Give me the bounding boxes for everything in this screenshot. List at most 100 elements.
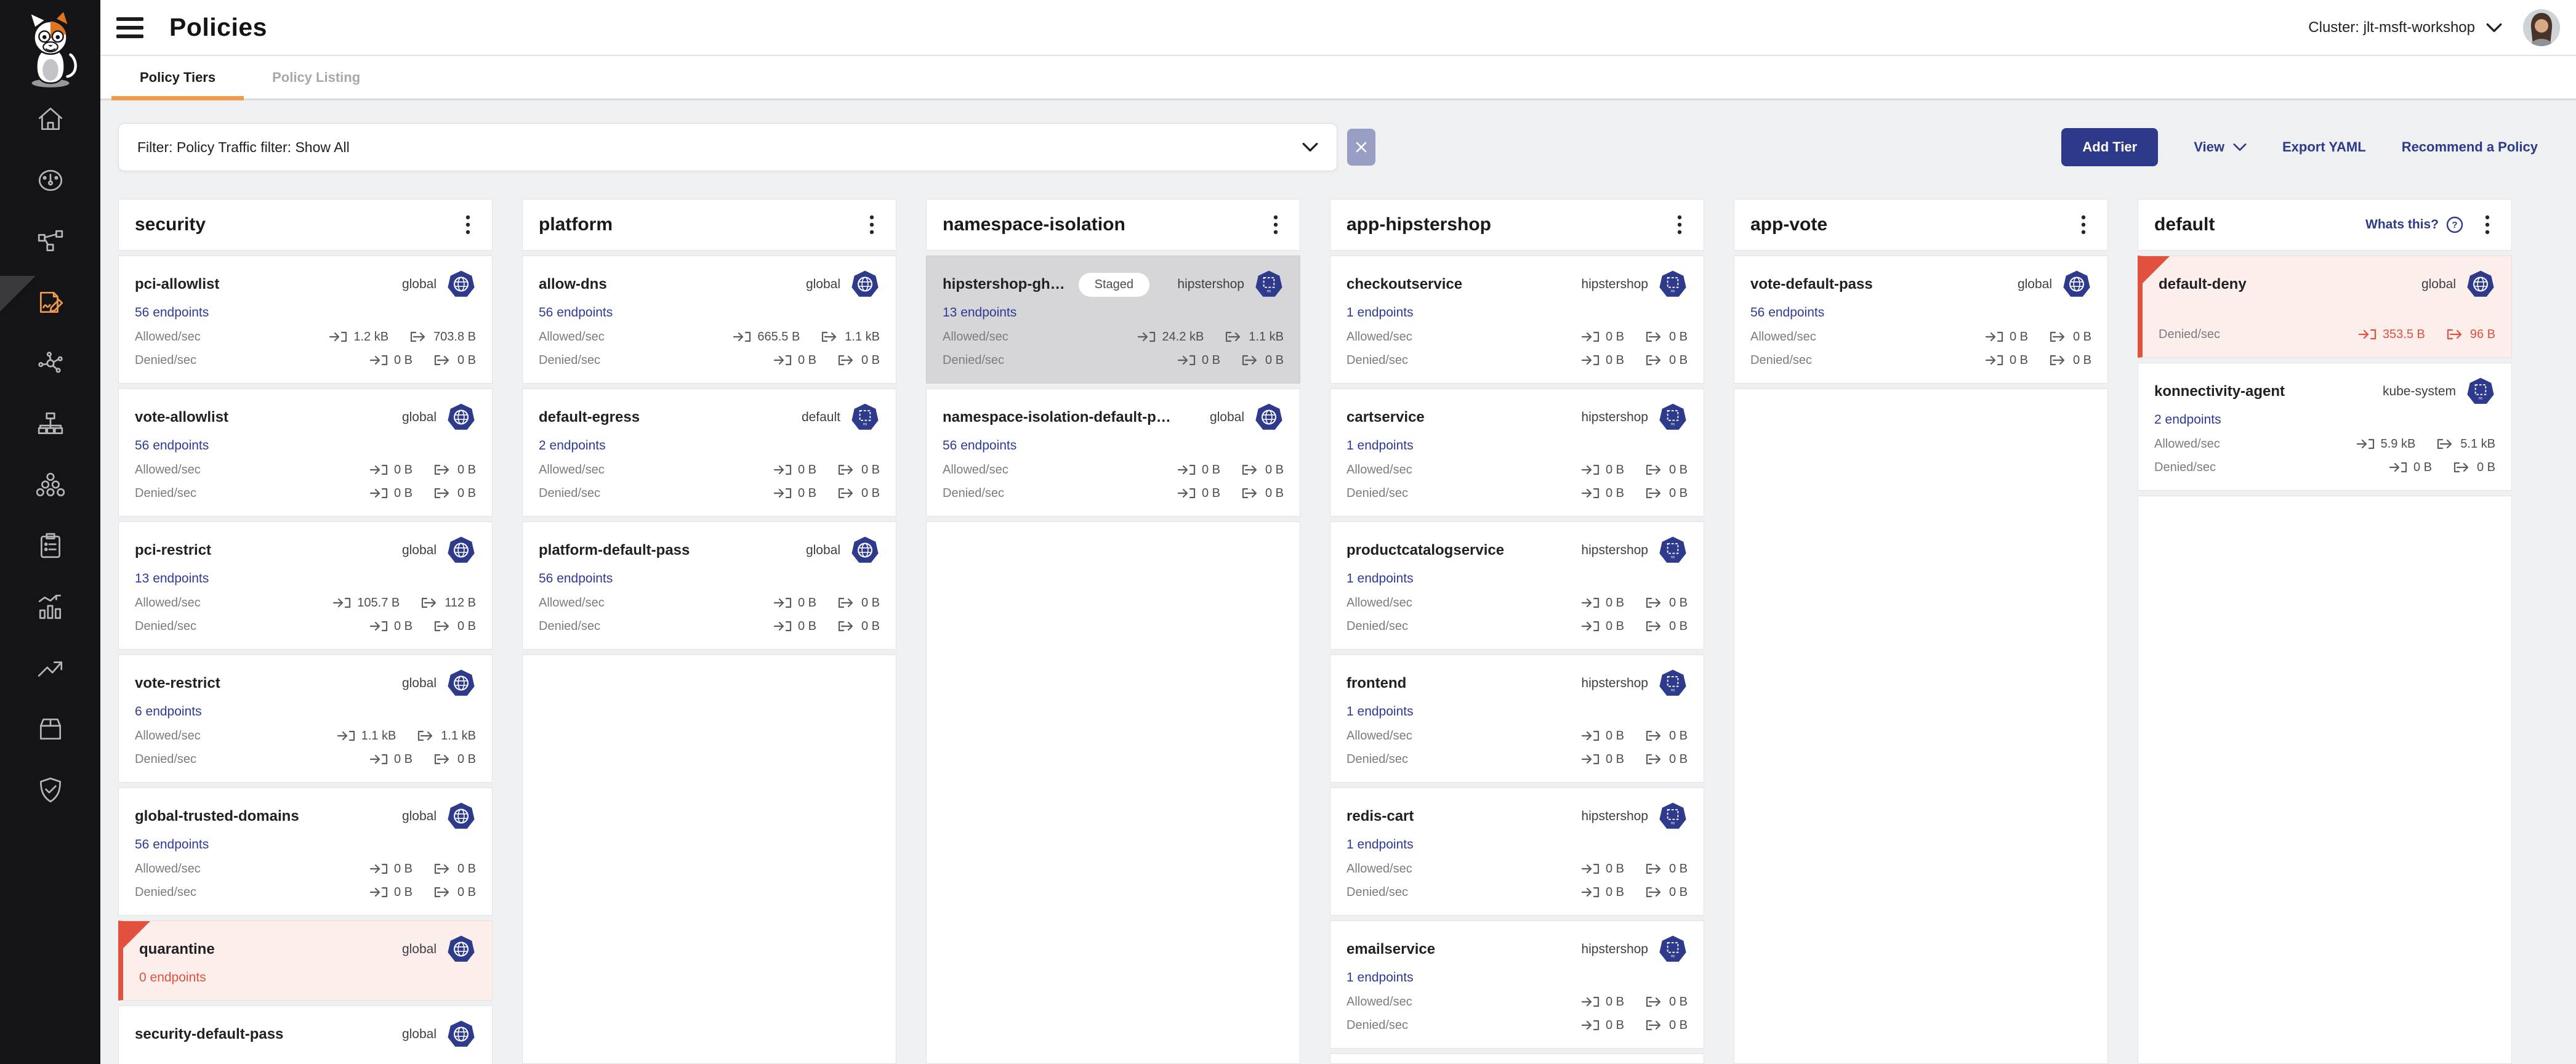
ingress-icon xyxy=(1986,331,2004,343)
sidebar-item-network-nodes[interactable] xyxy=(36,227,65,256)
policy-name: pci-restrict xyxy=(135,542,211,559)
endpoints-link[interactable]: 1 endpoints xyxy=(1346,305,1414,320)
tab-policy-tiers[interactable]: Policy Tiers xyxy=(111,56,244,99)
policy-card[interactable]: allow-dns global 56 endpoints Allowed/se… xyxy=(522,256,896,384)
policy-card[interactable]: checkoutservice hipstershop ns 1 endpoin… xyxy=(1330,256,1704,384)
svg-text:ns: ns xyxy=(1671,954,1675,959)
policy-card[interactable]: vote-restrict global 6 endpoints Allowed… xyxy=(118,655,493,783)
policy-name: default-deny xyxy=(2159,276,2247,293)
policy-card[interactable]: frontend hipstershop ns 1 endpoints Allo… xyxy=(1330,655,1704,783)
endpoints-link[interactable]: 56 endpoints xyxy=(135,837,209,852)
egress-stat: 0 B xyxy=(837,618,880,634)
policy-card[interactable]: redis-cart hipstershop ns 1 endpoints Al… xyxy=(1330,788,1704,916)
policy-card[interactable]: vote-default-pass global 56 endpoints Al… xyxy=(1734,256,2108,384)
policy-card[interactable]: namespace-isolation-default-p… global 56… xyxy=(926,389,1300,517)
policy-card[interactable]: hipstershop-gh… Staged hipstershop ns 13… xyxy=(926,256,1300,384)
svg-text:?: ? xyxy=(2452,220,2457,230)
avatar[interactable] xyxy=(2523,9,2560,46)
endpoints-link[interactable]: 13 endpoints xyxy=(943,305,1016,320)
tier-help-link[interactable]: Whats this? ? xyxy=(2365,216,2463,233)
policy-card[interactable]: pci-allowlist global 56 endpoints Allowe… xyxy=(118,256,493,384)
policy-stats: Allowed/sec 0 B 0 B Denied/sec 0 B 0 B xyxy=(1346,994,1688,1033)
policy-card[interactable]: productcatalogservice hipstershop ns 1 e… xyxy=(1330,522,1704,650)
stat-label: Denied/sec xyxy=(539,352,600,368)
endpoints-link[interactable]: 56 endpoints xyxy=(135,305,209,320)
view-menu-button[interactable]: View xyxy=(2194,139,2247,155)
recommend-policy-button[interactable]: Recommend a Policy xyxy=(2402,139,2538,155)
stat-label: Allowed/sec xyxy=(539,595,605,611)
sidebar-item-compliance[interactable] xyxy=(36,531,65,561)
policy-stat-row: Denied/sec 0 B 0 B xyxy=(1346,751,1688,767)
endpoints-link[interactable]: 2 endpoints xyxy=(2154,413,2221,427)
sidebar-item-home[interactable] xyxy=(36,105,65,134)
policy-card[interactable]: cartservice hipstershop ns 1 endpoints A… xyxy=(1330,389,1704,517)
policy-card[interactable]: pci-restrict global 13 endpoints Allowed… xyxy=(118,522,493,650)
sidebar-item-service-graph[interactable] xyxy=(36,349,65,378)
policy-stat-row: Allowed/sec 0 B 0 B xyxy=(135,462,476,478)
endpoints-link[interactable]: 56 endpoints xyxy=(539,305,613,320)
svg-text:ns: ns xyxy=(1671,422,1675,427)
endpoints-link[interactable]: 1 endpoints xyxy=(1346,704,1414,719)
policy-card[interactable]: default-deny global Denied/sec 353.5 B xyxy=(2138,256,2512,358)
menu-button[interactable] xyxy=(116,17,143,38)
global-scope-icon xyxy=(850,536,880,565)
sidebar-item-policies[interactable] xyxy=(36,288,65,317)
endpoints-link[interactable]: 0 endpoints xyxy=(139,970,206,985)
egress-icon xyxy=(421,597,439,609)
policy-card[interactable]: default-egress default ns 2 endpoints Al… xyxy=(522,389,896,517)
export-yaml-button[interactable]: Export YAML xyxy=(2282,139,2366,155)
sidebar-item-endpoints-cluster[interactable] xyxy=(36,470,65,500)
policy-card[interactable]: quarantine global 0 endpoints xyxy=(118,921,493,1001)
sidebar-item-statistics[interactable] xyxy=(36,592,65,622)
policy-card[interactable]: emailservice hipstershop ns 1 endpoints … xyxy=(1330,921,1704,1049)
tier-menu-button[interactable] xyxy=(1268,212,1284,237)
policy-stat-row: Allowed/sec 0 B 0 B xyxy=(539,462,880,478)
stat-out-value: 0 B xyxy=(1669,485,1688,501)
sidebar-item-dashboard[interactable] xyxy=(36,166,65,195)
policy-card[interactable]: konnectivity-agent kube-system ns 2 endp… xyxy=(2138,363,2512,491)
policy-card[interactable]: platform-default-pass global 56 endpoint… xyxy=(522,522,896,650)
endpoints-link[interactable]: 1 endpoints xyxy=(1346,438,1414,453)
sidebar-item-trend[interactable] xyxy=(36,653,65,683)
tab-policy-listing[interactable]: Policy Listing xyxy=(244,56,388,99)
stat-in-value: 0 B xyxy=(1606,884,1624,900)
sidebar-item-org-chart[interactable] xyxy=(36,409,65,439)
tier-menu-button[interactable] xyxy=(864,212,880,237)
cluster-selector[interactable]: Cluster: jlt-msft-workshop xyxy=(2308,19,2502,36)
policy-card[interactable]: vote-allowlist global 56 endpoints Allow… xyxy=(118,389,493,517)
policies-icon xyxy=(36,288,65,316)
endpoints-link[interactable]: 6 endpoints xyxy=(135,704,202,719)
policy-name: platform-default-pass xyxy=(539,542,690,559)
endpoints-link[interactable]: 13 endpoints xyxy=(135,571,209,586)
ingress-stat: 0 B xyxy=(1582,485,1624,501)
sidebar-item-package[interactable] xyxy=(36,714,65,744)
ingress-icon xyxy=(2359,328,2377,341)
policy-card[interactable]: global-trusted-domains global 56 endpoin… xyxy=(118,788,493,916)
endpoints-link[interactable]: 1 endpoints xyxy=(1346,837,1414,852)
ingress-icon xyxy=(370,464,388,476)
traffic-filter-select[interactable]: Filter: Policy Traffic filter: Show All xyxy=(118,123,1337,171)
ingress-stat: 0 B xyxy=(1582,861,1624,877)
policy-card[interactable]: security-default-pass global xyxy=(118,1006,493,1064)
tier-title: platform xyxy=(539,214,613,235)
tier-header: default Whats this? ? xyxy=(2138,199,2512,251)
tier-menu-button[interactable] xyxy=(2479,212,2495,237)
endpoints-link[interactable]: 1 endpoints xyxy=(1346,571,1414,586)
ingress-stat: 1.1 kB xyxy=(337,728,396,744)
tier-menu-button[interactable] xyxy=(460,212,476,237)
egress-icon xyxy=(1645,730,1664,742)
add-tier-button[interactable]: Add Tier xyxy=(2061,128,2158,166)
endpoints-link[interactable]: 56 endpoints xyxy=(943,438,1016,453)
policy-stat-row: Denied/sec 0 B 0 B xyxy=(943,485,1284,501)
tier-menu-button[interactable] xyxy=(2075,212,2091,237)
tier-menu-button[interactable] xyxy=(1672,212,1688,237)
endpoints-link[interactable]: 2 endpoints xyxy=(539,438,606,453)
endpoints-link[interactable]: 56 endpoints xyxy=(539,571,613,586)
endpoints-link[interactable]: 56 endpoints xyxy=(135,438,209,453)
endpoints-link[interactable]: 1 endpoints xyxy=(1346,970,1414,985)
endpoints-link[interactable]: 56 endpoints xyxy=(1750,305,1824,320)
clear-filter-button[interactable] xyxy=(1347,129,1375,166)
tier-header: app-vote xyxy=(1734,199,2108,251)
sidebar-item-threat-defense[interactable] xyxy=(36,775,65,805)
egress-icon xyxy=(1225,331,1243,343)
